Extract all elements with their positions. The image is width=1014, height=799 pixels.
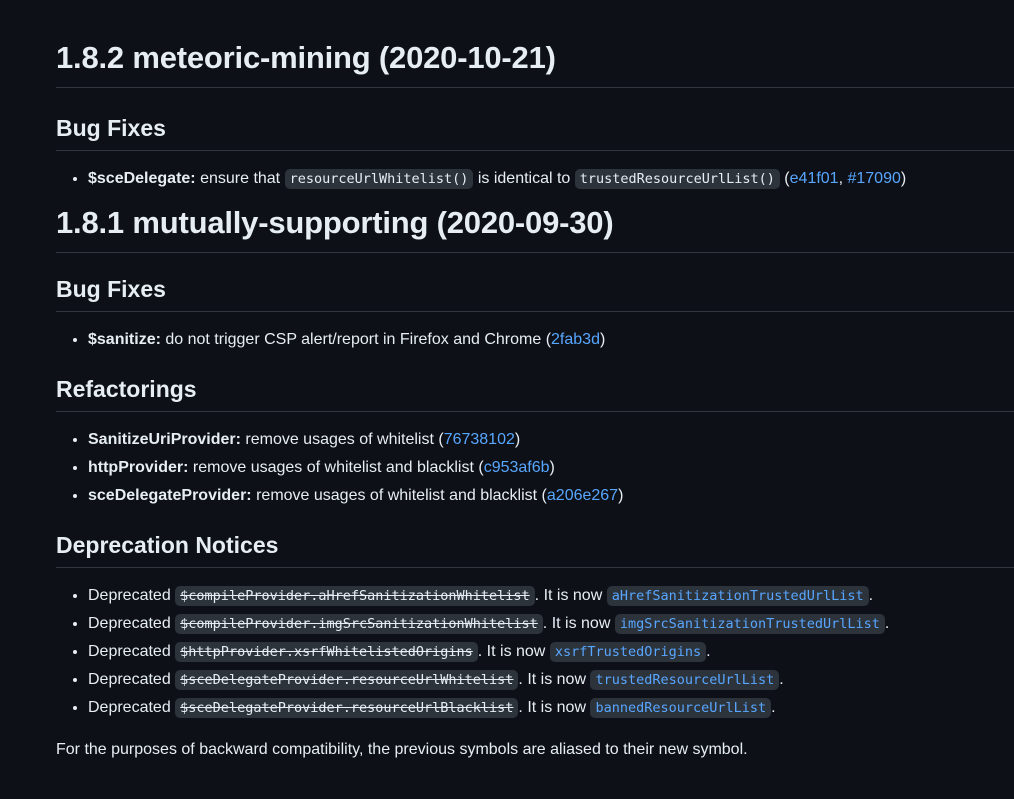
item-text: (	[779, 170, 790, 187]
inline-code: resourceUrlWhitelist()	[284, 169, 474, 189]
deprecated-symbol: $sceDelegateProvider.resourceUrlBlacklis…	[175, 698, 519, 718]
changelog-page: 1.8.2 meteoric-mining (2020-10-21) Bug F…	[0, 0, 1014, 799]
scope-label: $sanitize:	[88, 331, 161, 348]
list-item: httpProvider: remove usages of whitelist…	[88, 454, 1014, 482]
inline-code: trustedResourceUrlList()	[574, 169, 780, 189]
deprecated-symbol: $compileProvider.aHrefSanitizationWhitel…	[175, 586, 535, 606]
item-text: . It is now	[518, 699, 591, 716]
list-item: Deprecated $compileProvider.aHrefSanitiz…	[88, 582, 1014, 610]
release-title: 1.8.2 meteoric-mining (2020-10-21)	[56, 40, 556, 75]
new-symbol-link[interactable]: bannedResourceUrlList	[590, 698, 772, 718]
item-text: . It is now	[477, 643, 550, 660]
list-item: $sceDelegate: ensure that resourceUrlWhi…	[88, 165, 1014, 193]
item-text: remove usages of whitelist (	[240, 431, 444, 448]
scope-label: httpProvider:	[88, 459, 189, 476]
item-text: )	[599, 331, 606, 348]
issue-link[interactable]: #17090	[847, 170, 900, 187]
item-text: . It is now	[542, 615, 615, 632]
commit-link[interactable]: e41f01	[790, 170, 839, 187]
bug-fixes-list: $sceDelegate: ensure that resourceUrlWhi…	[56, 165, 1014, 193]
list-item: Deprecated $compileProvider.imgSrcSaniti…	[88, 610, 1014, 638]
list-item: $sanitize: do not trigger CSP alert/repo…	[88, 326, 1014, 354]
item-text: remove usages of whitelist and blacklist…	[251, 487, 547, 504]
item-text: )	[618, 487, 624, 504]
bug-fixes-list: $sanitize: do not trigger CSP alert/repo…	[56, 326, 1014, 354]
section-heading-deprecation-notices: Deprecation Notices	[56, 532, 1014, 568]
item-text: .	[868, 587, 874, 604]
scope-label: $sceDelegate:	[88, 170, 196, 187]
item-text: Deprecated	[88, 699, 176, 716]
item-text: do not trigger CSP alert/report in Firef…	[160, 331, 552, 348]
scope-label: sceDelegateProvider:	[88, 487, 252, 504]
new-symbol-link[interactable]: aHrefSanitizationTrustedUrlList	[606, 586, 869, 606]
item-text: .	[771, 699, 776, 716]
section-heading-bug-fixes: Bug Fixes	[56, 276, 1014, 312]
item-text: Deprecated	[88, 587, 176, 604]
section-title: Bug Fixes	[56, 115, 166, 141]
release-title: 1.8.1 mutually-supporting (2020-09-30)	[56, 205, 614, 240]
item-text: .	[884, 615, 890, 632]
new-symbol-link[interactable]: xsrfTrustedOrigins	[549, 642, 707, 662]
list-item: Deprecated $httpProvider.xsrfWhitelisted…	[88, 638, 1014, 666]
release-heading-1-8-1: 1.8.1 mutually-supporting (2020-09-30)	[56, 205, 1014, 253]
item-text: remove usages of whitelist and blacklist…	[188, 459, 484, 476]
item-text: . It is now	[534, 587, 607, 604]
commit-link[interactable]: 76738102	[444, 431, 515, 448]
deprecated-symbol: $compileProvider.imgSrcSanitizationWhite…	[175, 614, 543, 634]
item-text: ensure that	[195, 170, 285, 187]
item-text: )	[900, 170, 907, 187]
item-text: .	[706, 643, 711, 660]
item-text: is identical to	[473, 170, 575, 187]
section-title: Deprecation Notices	[56, 532, 279, 558]
list-item: sceDelegateProvider: remove usages of wh…	[88, 482, 1014, 510]
deprecations-list: Deprecated $compileProvider.aHrefSanitiz…	[56, 582, 1014, 722]
section-title: Refactorings	[56, 376, 197, 402]
item-text: )	[514, 431, 521, 448]
deprecated-symbol: $sceDelegateProvider.resourceUrlWhitelis…	[175, 670, 519, 690]
new-symbol-link[interactable]: imgSrcSanitizationTrustedUrlList	[614, 614, 885, 634]
item-text: . It is now	[518, 671, 591, 688]
item-text: Deprecated	[88, 615, 176, 632]
commit-link[interactable]: 2fab3d	[551, 331, 600, 348]
item-text: Deprecated	[88, 643, 176, 660]
list-item: SanitizeUriProvider: remove usages of wh…	[88, 426, 1014, 454]
item-text: .	[779, 671, 784, 688]
release-heading-1-8-2: 1.8.2 meteoric-mining (2020-10-21)	[56, 0, 1014, 88]
list-item: Deprecated $sceDelegateProvider.resource…	[88, 666, 1014, 694]
item-text: )	[549, 459, 555, 476]
commit-link[interactable]: c953af6b	[484, 459, 550, 476]
refactorings-list: SanitizeUriProvider: remove usages of wh…	[56, 426, 1014, 510]
scope-label: SanitizeUriProvider:	[88, 431, 241, 448]
new-symbol-link[interactable]: trustedResourceUrlList	[590, 670, 780, 690]
commit-link[interactable]: a206e267	[547, 487, 618, 504]
section-heading-bug-fixes: Bug Fixes	[56, 115, 1014, 151]
item-text: Deprecated	[88, 671, 176, 688]
deprecated-symbol: $httpProvider.xsrfWhitelistedOrigins	[175, 642, 478, 662]
compatibility-note: For the purposes of backward compatibili…	[56, 741, 748, 758]
section-heading-refactorings: Refactorings	[56, 376, 1014, 412]
section-title: Bug Fixes	[56, 276, 166, 302]
list-item: Deprecated $sceDelegateProvider.resource…	[88, 694, 1014, 722]
